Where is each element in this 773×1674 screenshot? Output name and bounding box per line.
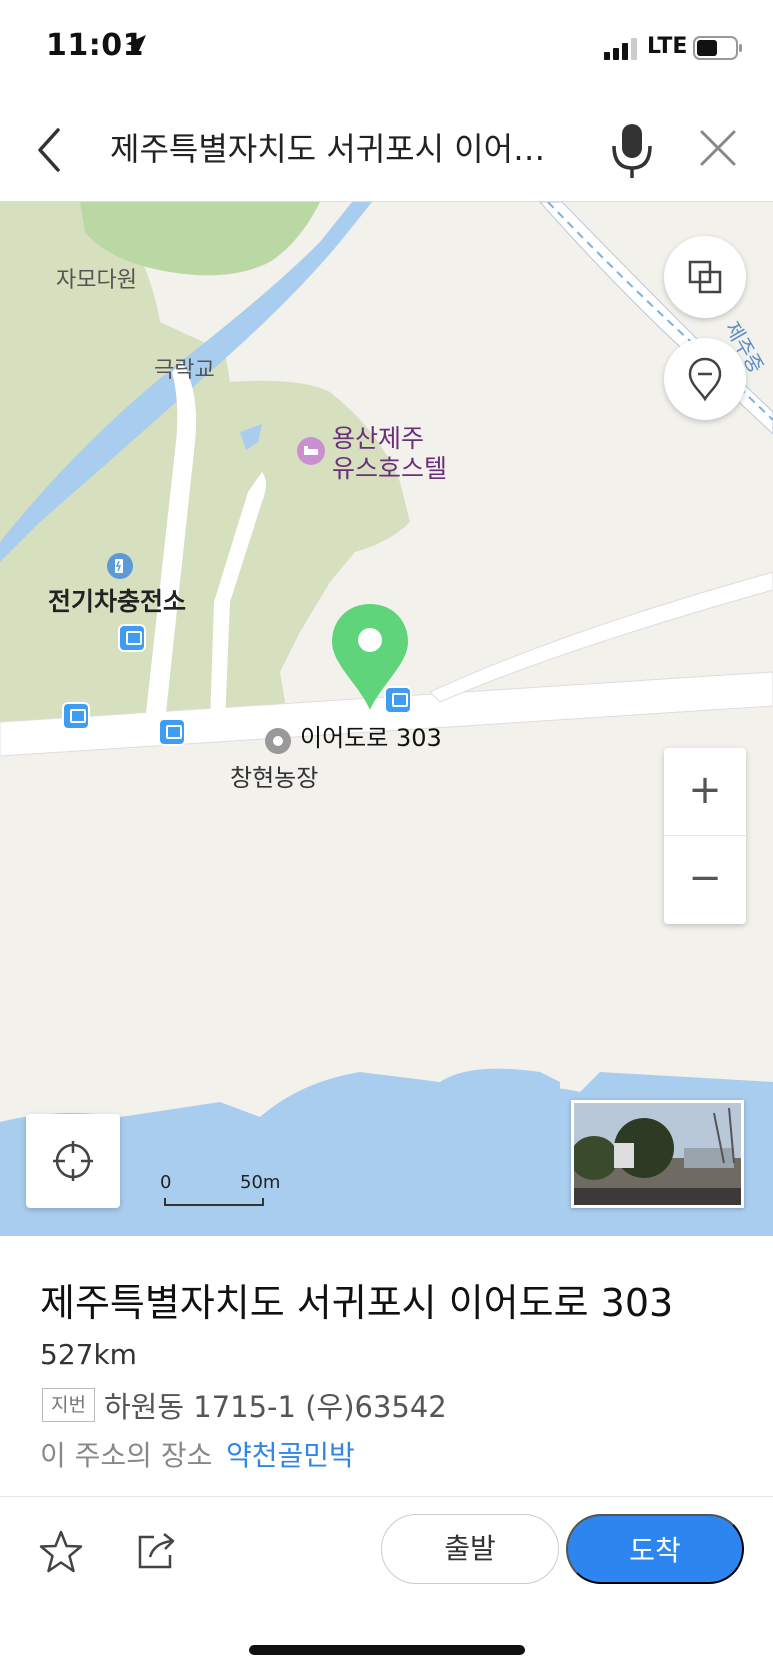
scale-zero-label: 0 bbox=[160, 1172, 172, 1193]
pin-address-label: 이어도로 303 bbox=[300, 724, 442, 752]
zoom-in-button[interactable]: + bbox=[664, 748, 746, 836]
hotel-icon[interactable] bbox=[296, 436, 326, 466]
locate-icon bbox=[53, 1141, 93, 1181]
map-label-jamodawon: 자모다원 bbox=[56, 268, 137, 293]
search-bar: 제주특별자치도 서귀포시 이어… bbox=[0, 100, 773, 202]
layers-icon bbox=[688, 260, 722, 294]
star-icon[interactable] bbox=[38, 1529, 84, 1575]
map-scale: 0 50m bbox=[160, 1172, 280, 1212]
layers-button[interactable] bbox=[664, 236, 746, 318]
bus-stop-icon[interactable] bbox=[118, 624, 146, 652]
map-view[interactable]: 자모다원 극락교 제주중 용산제주 유스호스텔 전기차충전소 이어도로 303 … bbox=[0, 202, 773, 1236]
status-bar: 11:01 LTE bbox=[0, 0, 773, 100]
map-label-hostel[interactable]: 용산제주 유스호스텔 bbox=[332, 424, 447, 484]
destination-pin-icon[interactable] bbox=[330, 602, 410, 712]
network-type: LTE bbox=[647, 34, 688, 59]
depart-button[interactable]: 출발 bbox=[381, 1514, 559, 1584]
arrive-button[interactable]: 도착 bbox=[566, 1514, 744, 1584]
jibun-badge: 지번 bbox=[42, 1388, 95, 1422]
distance: 527km bbox=[40, 1338, 137, 1371]
action-bar: 출발 도착 bbox=[0, 1497, 773, 1674]
share-icon[interactable] bbox=[136, 1529, 178, 1571]
roadview-image bbox=[574, 1103, 741, 1205]
map-label-geukrakgyo: 극락교 bbox=[154, 358, 215, 383]
roadview-thumbnail[interactable] bbox=[571, 1100, 744, 1208]
place-link[interactable]: 약천골민박 bbox=[226, 1434, 355, 1474]
back-icon[interactable] bbox=[30, 122, 70, 178]
zoom-control: + − bbox=[664, 748, 746, 924]
farm-poi-icon[interactable] bbox=[263, 726, 293, 756]
address-title: 제주특별자치도 서귀포시 이어도로 303 bbox=[40, 1281, 674, 1325]
bus-stop-icon[interactable] bbox=[62, 702, 90, 730]
bus-stop-icon[interactable] bbox=[158, 718, 186, 746]
map-label-ev-charger[interactable]: 전기차충전소 bbox=[48, 582, 186, 618]
map-label-hostel-line2: 유스호스텔 bbox=[332, 454, 448, 483]
ev-charger-icon[interactable] bbox=[106, 552, 134, 580]
battery-icon bbox=[693, 36, 742, 60]
zoom-out-button[interactable]: − bbox=[664, 836, 746, 924]
map-label-hostel-line1: 용산제주 bbox=[332, 424, 425, 453]
scale-bar bbox=[164, 1198, 264, 1206]
search-input[interactable]: 제주특별자치도 서귀포시 이어… bbox=[110, 124, 560, 170]
close-icon[interactable] bbox=[696, 126, 740, 170]
location-arrow-icon bbox=[126, 35, 146, 55]
mic-icon[interactable] bbox=[608, 118, 656, 184]
place-prefix: 이 주소의 장소 bbox=[40, 1439, 213, 1472]
scale-max-label: 50m bbox=[240, 1172, 281, 1193]
signal-icon bbox=[604, 38, 637, 60]
home-indicator[interactable] bbox=[249, 1645, 525, 1655]
place-marker-button[interactable] bbox=[664, 338, 746, 420]
locate-me-button[interactable] bbox=[26, 1114, 120, 1208]
jibun-address: 하원동 1715-1 (우)63542 bbox=[104, 1390, 447, 1424]
map-label-farm[interactable]: 창현농장 bbox=[230, 758, 318, 793]
pin-outline-icon bbox=[688, 357, 722, 402]
place-info-panel: 제주특별자치도 서귀포시 이어도로 303 527km 지번 하원동 1715-… bbox=[0, 1236, 773, 1496]
